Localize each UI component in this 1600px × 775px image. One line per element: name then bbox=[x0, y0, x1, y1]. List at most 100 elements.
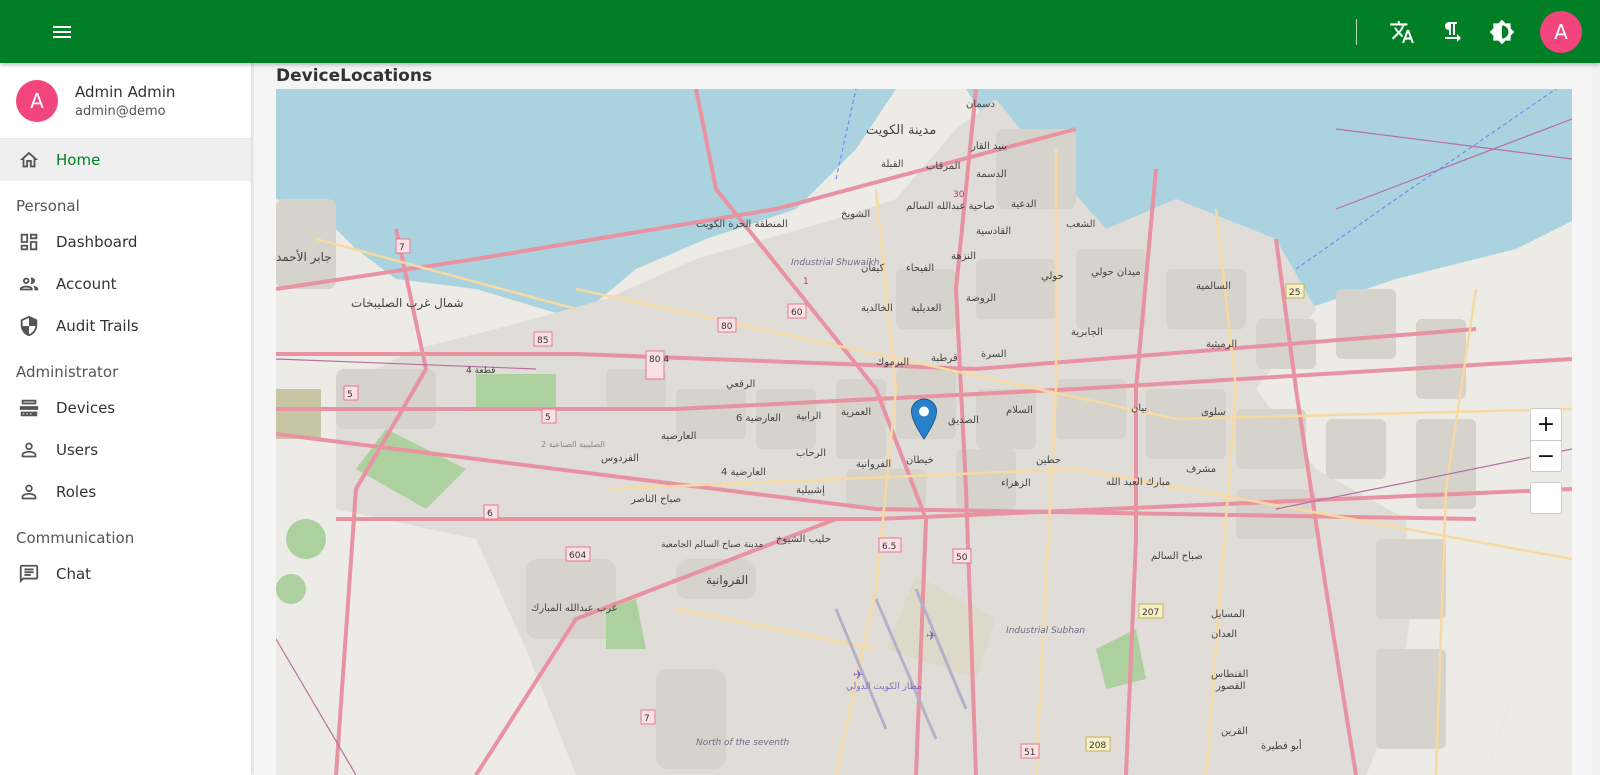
device-location-marker[interactable] bbox=[910, 398, 938, 440]
sidebar-item-devices[interactable]: Devices bbox=[0, 387, 251, 429]
svg-text:5: 5 bbox=[347, 390, 353, 400]
sidebar-item-label: Chat bbox=[56, 565, 92, 583]
map-label: الزهراء bbox=[1001, 478, 1031, 489]
map-label: صباح الناصر bbox=[630, 494, 681, 505]
map-label: مدينة صباح السالم الجامعية bbox=[661, 540, 764, 550]
map-label: الرقعي bbox=[726, 379, 755, 390]
map-label: صباح السالم bbox=[1151, 551, 1203, 562]
home-icon bbox=[19, 151, 39, 168]
map-label: الرابية bbox=[796, 411, 821, 422]
map-label: ميدان حولي bbox=[1091, 267, 1141, 278]
map-label: الفروانية bbox=[856, 459, 891, 470]
map-label: العمرية bbox=[841, 407, 871, 418]
top-app-bar: A bbox=[0, 0, 1600, 63]
svg-text:207: 207 bbox=[1142, 608, 1159, 618]
sidebar-item-account[interactable]: Account bbox=[0, 263, 251, 305]
translate-icon[interactable] bbox=[1377, 12, 1427, 52]
profile-card: A Admin Admin admin@demo bbox=[0, 63, 251, 139]
map-label: مطار الكويت الدولي bbox=[846, 682, 922, 692]
svg-text:60: 60 bbox=[791, 308, 803, 318]
sidebar-item-audit-trails[interactable]: Audit Trails bbox=[0, 305, 251, 347]
map-label: الروضة bbox=[966, 293, 996, 304]
map-label: الدسمة bbox=[976, 169, 1007, 180]
top-actions: A bbox=[1356, 0, 1600, 63]
map-label: سلوى bbox=[1201, 407, 1226, 418]
map-label: الخالدية bbox=[861, 303, 893, 314]
map-label: المرقاب bbox=[926, 161, 960, 172]
map-label: دسمان bbox=[966, 99, 995, 110]
map-label: العارضية 6 bbox=[736, 413, 781, 424]
sidebar-item-label: Users bbox=[56, 441, 99, 459]
chat-icon bbox=[19, 564, 39, 584]
person-icon bbox=[21, 484, 37, 500]
map-label: الفنطاس bbox=[1211, 669, 1248, 680]
account-icon bbox=[19, 277, 39, 291]
page-scrollbar[interactable] bbox=[1592, 63, 1600, 775]
zoom-out-button[interactable]: − bbox=[1531, 440, 1561, 471]
map-label: القرين bbox=[1221, 726, 1248, 737]
map-label: شمال غرب الصليبخات bbox=[351, 296, 464, 311]
hamburger-menu-icon[interactable] bbox=[50, 20, 74, 44]
map-label: حولي bbox=[1041, 271, 1064, 282]
zoom-in-button[interactable]: + bbox=[1531, 409, 1561, 440]
svg-text:6.5: 6.5 bbox=[882, 542, 896, 552]
zoom-control: + − bbox=[1530, 408, 1562, 472]
svg-text:25: 25 bbox=[1289, 288, 1300, 298]
map-label: الصديق bbox=[948, 415, 979, 426]
svg-text:51: 51 bbox=[1024, 748, 1035, 758]
map-label: العديلية bbox=[911, 303, 941, 314]
map-label: الفردوس bbox=[601, 453, 639, 464]
map-label: الشويخ bbox=[841, 209, 870, 220]
sidebar-item-roles[interactable]: Roles bbox=[0, 471, 251, 513]
section-title-communication: Communication bbox=[16, 529, 135, 547]
map-label: القادسية bbox=[976, 226, 1011, 237]
section-title-administrator: Administrator bbox=[16, 363, 119, 381]
map-label: الرحاب bbox=[796, 448, 826, 459]
text-direction-icon[interactable] bbox=[1427, 12, 1477, 52]
svg-text:85: 85 bbox=[537, 336, 548, 346]
map-label: خيطان bbox=[906, 455, 934, 466]
map-label: غرب عبدالله المبارك bbox=[531, 603, 617, 614]
map-label: الرميثية bbox=[1206, 339, 1237, 350]
map-label: اليرموك bbox=[876, 357, 909, 368]
svg-text:208: 208 bbox=[1089, 741, 1106, 751]
dashboard-icon bbox=[20, 233, 38, 251]
map-label: الفروانية bbox=[706, 573, 748, 588]
svg-text:30: 30 bbox=[953, 190, 965, 200]
svg-text:7: 7 bbox=[399, 243, 405, 253]
divider bbox=[1356, 18, 1357, 45]
map-label: السلام bbox=[1006, 405, 1033, 416]
svg-text:80: 80 bbox=[721, 322, 733, 332]
profile-email: admin@demo bbox=[75, 103, 166, 119]
map-label: قرطبة bbox=[931, 353, 958, 364]
page-title: DeviceLocations bbox=[276, 66, 433, 86]
map-label: العارضية 4 bbox=[721, 467, 766, 478]
map-label: الجابرية bbox=[1071, 327, 1103, 338]
map-label: القصور bbox=[1215, 681, 1246, 692]
profile-name: Admin Admin bbox=[75, 82, 176, 101]
brightness-icon[interactable] bbox=[1477, 12, 1527, 52]
devices-icon bbox=[19, 399, 39, 417]
sand-area bbox=[276, 389, 321, 439]
map-label: القبلة bbox=[881, 159, 904, 170]
sidebar-item-chat[interactable]: Chat bbox=[0, 553, 251, 595]
map-label: النزهة bbox=[951, 251, 976, 262]
main-content: DeviceLocations bbox=[276, 63, 432, 89]
map-view[interactable]: مدينة الكويت دسمان القبلة المرقاب الدسمة… bbox=[276, 89, 1572, 775]
map-label: حليب الشيوخ bbox=[776, 534, 831, 545]
sidebar-item-users[interactable]: Users bbox=[0, 429, 251, 471]
map-label: السالمية bbox=[1196, 281, 1231, 292]
map-label: أبو فطيرة bbox=[1261, 739, 1302, 752]
map-label: بيان bbox=[1131, 403, 1147, 414]
sidebar-item-home[interactable]: Home bbox=[0, 139, 251, 181]
sidebar: A Admin Admin admin@demo Home Personal D… bbox=[0, 63, 251, 775]
user-avatar[interactable]: A bbox=[1540, 10, 1582, 53]
map-extra-control-button[interactable] bbox=[1530, 482, 1562, 514]
map-label: مشرف bbox=[1186, 464, 1216, 475]
svg-text:5: 5 bbox=[545, 413, 551, 423]
map-label: المسايل bbox=[1211, 609, 1245, 620]
map-label: بنيد القار bbox=[970, 141, 1007, 152]
map-label: السرة bbox=[981, 349, 1007, 360]
map-label: صاحية عبدالله السالم bbox=[906, 201, 995, 212]
sidebar-item-dashboard[interactable]: Dashboard bbox=[0, 221, 251, 263]
